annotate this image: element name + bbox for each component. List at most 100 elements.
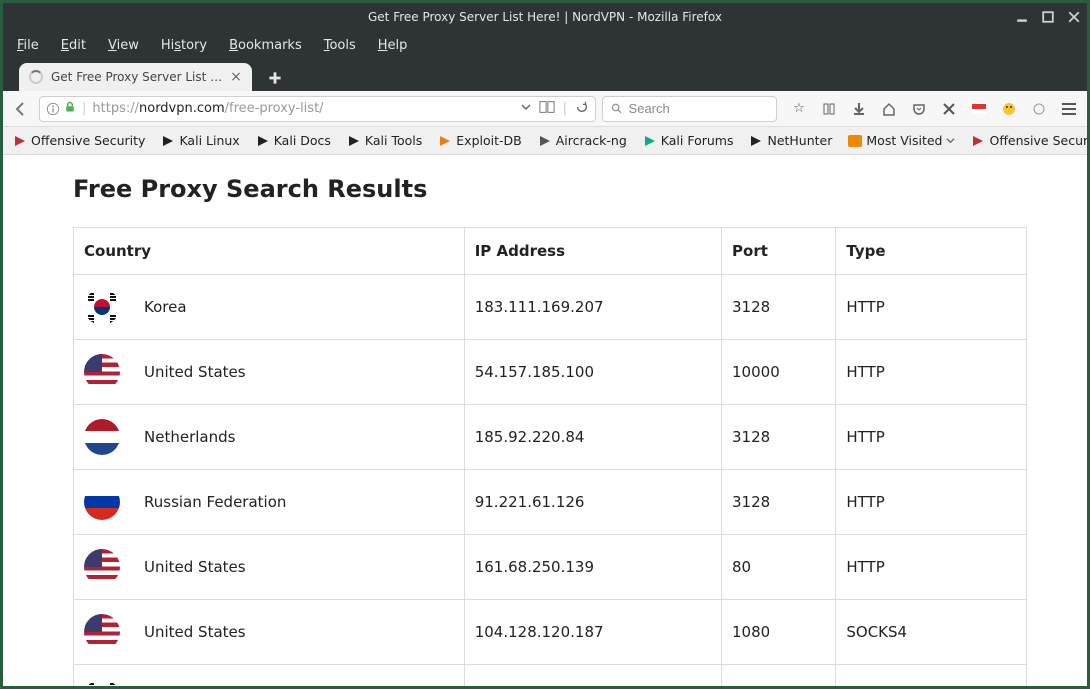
addon-icon-2[interactable] (1001, 101, 1017, 117)
type-cell: HTTP (836, 275, 1027, 340)
window-titlebar: Get Free Proxy Server List Here! | NordV… (3, 3, 1087, 31)
back-button[interactable] (9, 97, 33, 121)
noscript-icon[interactable] (941, 101, 957, 117)
table-row: United States54.157.185.10010000HTTP (74, 340, 1027, 405)
pocket-icon[interactable] (911, 101, 927, 117)
bookmark-kali-linux-1[interactable]: Kali Linux (161, 133, 239, 148)
bookmark-icon (749, 134, 763, 148)
navbar: | https://nordvpn.com/free-proxy-list/ |… (3, 91, 1087, 127)
search-icon (611, 102, 623, 115)
new-tab-button[interactable] (262, 67, 288, 89)
bookmark-icon (643, 134, 657, 148)
bookmark-most-visited-8[interactable]: Most Visited (848, 133, 955, 148)
reader-mode-icon[interactable] (539, 100, 555, 118)
bookmark-kali-forums-6[interactable]: Kali Forums (643, 133, 734, 148)
port-cell: 3128 (722, 470, 836, 535)
menu-tools[interactable]: Tools (324, 38, 356, 53)
port-cell: 3128 (722, 405, 836, 470)
table-row: United States 104.128.120.1871080SOCKS4 (74, 600, 1027, 665)
loading-spinner-icon (29, 70, 43, 84)
dropdown-history-icon[interactable] (521, 101, 531, 116)
info-icon (46, 102, 60, 116)
bookmark-kali-docs-2[interactable]: Kali Docs (256, 133, 331, 148)
port-cell: 1080 (722, 600, 836, 665)
home-icon[interactable] (881, 101, 897, 117)
menu-history[interactable]: History (161, 38, 207, 53)
ip-cell: 104.128.120.187 (464, 600, 721, 665)
proxy-table: CountryIP AddressPortType Korea183.111.1… (73, 227, 1027, 686)
col-type: Type (836, 228, 1027, 275)
window-close-button[interactable] (1065, 8, 1083, 26)
table-row: Russian Federation91.221.61.1263128HTTP (74, 470, 1027, 535)
menubar: File Edit View History Bookmarks Tools Help (3, 31, 1087, 59)
flag-icon (84, 549, 120, 585)
bookmark-aircrack-ng-5[interactable]: Aircrack-ng (538, 133, 627, 148)
tab-close-button[interactable]: × (230, 69, 242, 85)
country-name: United States (144, 558, 246, 576)
bookmark-offensive-security-0[interactable]: Offensive Security (13, 133, 145, 148)
browser-tab[interactable]: Get Free Proxy Server List … × (19, 63, 252, 91)
menu-edit[interactable]: Edit (61, 38, 86, 53)
menu-help[interactable]: Help (378, 38, 408, 53)
bookmark-kali-tools-3[interactable]: Kali Tools (347, 133, 422, 148)
addon-icon-1[interactable] (971, 101, 987, 117)
type-cell: HTTP (836, 405, 1027, 470)
window-maximize-button[interactable] (1039, 8, 1057, 26)
search-input[interactable] (629, 101, 768, 116)
type-cell: HTTP (836, 665, 1027, 687)
bookmark-icon (438, 134, 452, 148)
tabstrip: Get Free Proxy Server List … × (3, 59, 1087, 91)
ip-cell: 161.68.250.139 (464, 535, 721, 600)
lock-icon (64, 101, 76, 116)
table-row: Netherlands185.92.220.843128HTTP (74, 405, 1027, 470)
country-name: United States (144, 363, 246, 381)
type-cell: HTTP (836, 340, 1027, 405)
menu-button[interactable] (1061, 101, 1077, 117)
bookmarks-toolbar: Offensive Security Kali Linux Kali Docs Kal… (3, 127, 1087, 155)
identity-block[interactable] (46, 101, 76, 116)
bookmark-icon (538, 134, 552, 148)
country-name: United States (144, 623, 246, 641)
downloads-icon[interactable] (851, 101, 867, 117)
bookmark-nethunter-7[interactable]: NetHunter (749, 133, 832, 148)
ip-cell: 183.111.169.207 (464, 275, 721, 340)
search-box[interactable] (602, 96, 777, 122)
menu-file[interactable]: File (17, 38, 39, 53)
page-heading: Free Proxy Search Results (73, 175, 1027, 203)
table-row: Korea183.111.169.2033128HTTP (74, 665, 1027, 687)
url-text: https://nordvpn.com/free-proxy-list/ (92, 101, 514, 116)
type-cell: HTTP (836, 535, 1027, 600)
addon-icon-3[interactable] (1031, 101, 1047, 117)
ip-cell: 54.157.185.100 (464, 340, 721, 405)
menu-bookmarks[interactable]: Bookmarks (229, 38, 302, 53)
bookmark-offensive-security-9[interactable]: Offensive Security (971, 133, 1087, 148)
bookmark-star-icon[interactable]: ☆ (791, 101, 807, 117)
reload-button[interactable] (575, 100, 589, 118)
flag-icon (84, 679, 120, 686)
ip-cell: 183.111.169.203 (464, 665, 721, 687)
type-cell: SOCKS4 (836, 600, 1027, 665)
bookmark-icon (848, 134, 862, 148)
col-port: Port (722, 228, 836, 275)
table-row: Korea183.111.169.2073128HTTP (74, 275, 1027, 340)
bookmark-exploit-db-4[interactable]: Exploit-DB (438, 133, 521, 148)
page-content: Free Proxy Search Results CountryIP Addr… (3, 155, 1087, 686)
flag-icon (84, 484, 120, 520)
country-name: Russian Federation (144, 493, 286, 511)
tab-title: Get Free Proxy Server List … (51, 70, 222, 84)
ip-cell: 185.92.220.84 (464, 405, 721, 470)
menu-view[interactable]: View (108, 38, 139, 53)
table-row: United States161.68.250.13980HTTP (74, 535, 1027, 600)
country-name: Korea (144, 298, 187, 316)
window-minimize-button[interactable] (1013, 8, 1031, 26)
bookmark-icon (347, 134, 361, 148)
flag-icon (84, 354, 120, 390)
bookmark-icon (256, 134, 270, 148)
bookmark-icon (13, 134, 27, 148)
url-bar[interactable]: | https://nordvpn.com/free-proxy-list/ | (39, 96, 596, 122)
library-icon[interactable] (821, 101, 837, 117)
ip-cell: 91.221.61.126 (464, 470, 721, 535)
window-title: Get Free Proxy Server List Here! | NordV… (3, 10, 1087, 24)
col-country: Country (74, 228, 465, 275)
flag-icon (84, 419, 120, 455)
